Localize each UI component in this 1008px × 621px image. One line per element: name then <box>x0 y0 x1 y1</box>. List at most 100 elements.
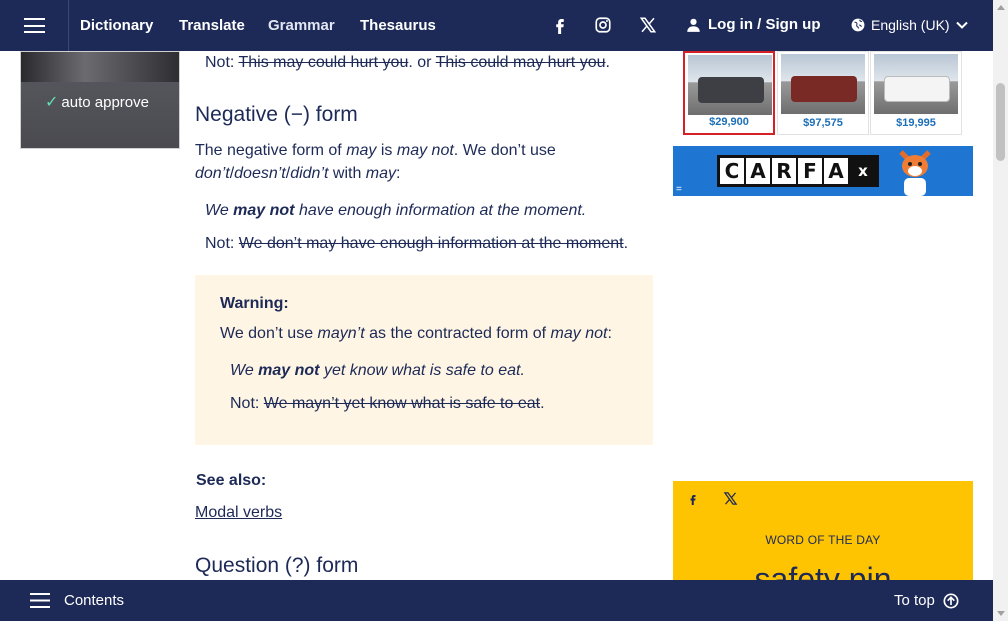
modal-verbs-link[interactable]: Modal verbs <box>195 501 282 524</box>
chevron-down-icon <box>955 21 968 29</box>
text-run: We <box>230 362 259 379</box>
scrollbar[interactable] <box>993 0 1008 621</box>
text-run: We don’t use <box>220 325 318 342</box>
car-image <box>781 54 865 114</box>
contents-label: Contents <box>64 592 125 609</box>
word-of-the-day-word[interactable]: safety pin <box>673 561 973 581</box>
not-prefix: Not: <box>205 54 235 71</box>
ad-image <box>21 52 179 82</box>
struck-example: This could may hurt you <box>435 54 606 71</box>
see-also-label: See also: <box>196 472 267 489</box>
x-icon[interactable] <box>723 491 738 506</box>
italic-term: may <box>365 165 397 182</box>
text-run: . We don’t use <box>453 142 556 159</box>
ad-choices-icon[interactable]: = <box>676 184 682 195</box>
carfax-logo: C A R F A x <box>717 155 879 187</box>
x-icon[interactable] <box>639 16 657 34</box>
italic-term: don’t <box>195 165 230 182</box>
carfax-advertisement[interactable]: $29,900 $97,575 $19,995 C A R F A x = <box>673 51 973 196</box>
text-run: is <box>376 142 397 159</box>
car-shape <box>791 76 857 102</box>
scrollbar-thumb[interactable] <box>996 83 1005 161</box>
not-suffix: . <box>605 54 610 71</box>
warning-example: We may not yet know what is safe to eat. <box>230 359 525 382</box>
nav-link-thesaurus[interactable]: Thesaurus <box>360 17 436 34</box>
car-listing[interactable]: $19,995 <box>870 51 962 135</box>
bold-term: may not <box>233 202 295 219</box>
to-top-button[interactable]: To top <box>894 592 959 609</box>
logo-letter: C <box>720 158 744 184</box>
text-run: : <box>607 325 612 342</box>
language-selector[interactable]: English (UK) <box>851 17 968 33</box>
not-prefix: Not: <box>205 235 239 252</box>
arrow-up-circle-icon <box>943 593 959 608</box>
language-label: English (UK) <box>871 17 950 33</box>
auto-approve-logo: ✓ auto approve <box>45 92 149 112</box>
car-shape <box>884 76 950 102</box>
negative-form-heading: Negative (−) form <box>195 103 358 126</box>
car-price: $19,995 <box>896 117 936 129</box>
facebook-icon[interactable] <box>687 491 699 507</box>
car-listing[interactable]: $97,575 <box>777 51 869 135</box>
car-listing[interactable]: $29,900 <box>683 51 775 135</box>
italic-term: doesn’t <box>234 165 286 182</box>
italic-term: may not <box>550 325 608 342</box>
warning-title: Warning: <box>220 295 289 312</box>
struck-example: This may could hurt you <box>238 54 409 71</box>
logo-letter: x <box>850 158 876 184</box>
text-run: We <box>205 202 234 219</box>
car-image <box>688 55 772 115</box>
text-run: : <box>396 165 401 182</box>
not-suffix: . <box>623 235 629 252</box>
hamburger-icon <box>23 18 45 33</box>
italic-term: may not <box>396 142 454 159</box>
list-icon <box>30 593 50 608</box>
text-run: yet know what is safe to eat. <box>319 362 525 379</box>
globe-icon <box>851 18 865 32</box>
menu-button[interactable] <box>0 0 69 51</box>
scroll-down-arrow-icon[interactable] <box>997 611 1005 616</box>
question-form-heading: Question (?) form <box>195 554 359 577</box>
nav-link-grammar[interactable]: Grammar <box>268 17 335 34</box>
check-icon: ✓ <box>45 94 59 111</box>
warning-text: We don’t use mayn’t as the contracted fo… <box>220 322 612 345</box>
scroll-up-arrow-icon[interactable] <box>997 5 1005 10</box>
negative-form-text-line1: The negative form of may is may not. We … <box>195 139 556 162</box>
not-separator: . or <box>408 54 436 71</box>
car-price: $97,575 <box>803 117 843 129</box>
instagram-icon[interactable] <box>594 16 612 34</box>
nav-link-dictionary[interactable]: Dictionary <box>80 17 153 34</box>
nav-link-translate[interactable]: Translate <box>179 17 245 34</box>
user-icon <box>687 18 700 32</box>
facebook-icon[interactable] <box>551 16 569 34</box>
car-image <box>874 54 958 114</box>
logo-letter: F <box>798 158 822 184</box>
car-price: $29,900 <box>709 116 749 128</box>
text-run: with <box>328 165 366 182</box>
struck-example: We don’t may have enough information at … <box>238 235 624 252</box>
page: Dictionary Translate Grammar Thesaurus L… <box>0 0 1008 621</box>
left-advertisement[interactable]: ✓ auto approve <box>20 51 180 149</box>
text-run: The negative form of <box>195 142 347 159</box>
word-of-the-day-card: WORD OF THE DAY safety pin <box>673 481 973 581</box>
bottom-bar: Contents To top <box>0 580 993 621</box>
not-example-top: Not: This may could hurt you. or This co… <box>205 51 610 74</box>
login-signup-link[interactable]: Log in / Sign up <box>686 16 820 33</box>
carfax-banner[interactable]: C A R F A x = <box>673 146 973 196</box>
struck-example: We mayn’t yet know what is safe to eat <box>263 395 541 412</box>
warning-not-example: Not: We mayn’t yet know what is safe to … <box>230 392 545 415</box>
auto-approve-brand: auto approve <box>61 93 149 111</box>
logo-letter: A <box>824 158 848 184</box>
logo-letter: A <box>746 158 770 184</box>
car-shape <box>698 77 764 103</box>
example-may-not: We may not have enough information at th… <box>205 199 586 222</box>
contents-button[interactable]: Contents <box>30 592 124 609</box>
not-prefix: Not: <box>230 395 264 412</box>
word-of-the-day-label: WORD OF THE DAY <box>765 533 881 547</box>
logo-letter: R <box>772 158 796 184</box>
italic-term: may <box>346 142 377 159</box>
fox-mascot-icon <box>899 150 931 196</box>
top-navigation: Dictionary Translate Grammar Thesaurus L… <box>0 0 993 51</box>
not-example-negative: Not: We don’t may have enough informatio… <box>205 232 628 255</box>
login-label: Log in / Sign up <box>708 16 821 33</box>
